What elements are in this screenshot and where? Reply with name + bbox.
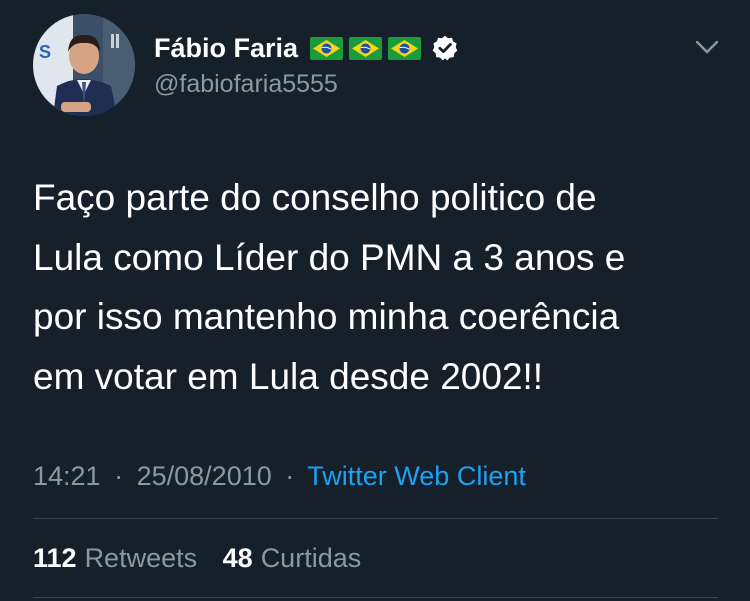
flag-emoji-group bbox=[310, 36, 427, 60]
tweet-text-line: Faço parte do conselho politico de bbox=[33, 177, 597, 218]
author-handle[interactable]: @fabiofaria5555 bbox=[154, 68, 338, 100]
profile-photo: S bbox=[33, 14, 135, 116]
divider bbox=[33, 597, 718, 598]
brazil-flag-icon bbox=[349, 36, 383, 60]
brazil-flag-icon bbox=[310, 36, 344, 60]
retweets-count: 112 bbox=[33, 543, 77, 573]
tweet-text-line: por isso mantenho minha coerência bbox=[33, 296, 620, 337]
author-name-row: Fábio Faria bbox=[154, 30, 459, 66]
tweet-source-link[interactable]: Twitter Web Client bbox=[307, 461, 526, 491]
tweet-text-line: em votar em Lula desde 2002!! bbox=[33, 355, 544, 397]
tweet-stats: 112 Retweets 48 Curtidas bbox=[33, 540, 361, 576]
retweets-stat[interactable]: 112 Retweets bbox=[33, 540, 197, 576]
tweet-text: Faço parte do conselho politico de Lula … bbox=[33, 168, 713, 406]
meta-separator: · bbox=[114, 461, 124, 491]
display-name[interactable]: Fábio Faria bbox=[154, 30, 298, 66]
likes-stat[interactable]: 48 Curtidas bbox=[223, 540, 362, 576]
svg-text:S: S bbox=[39, 42, 51, 62]
meta-separator: · bbox=[285, 461, 295, 491]
likes-count: 48 bbox=[222, 543, 253, 573]
tweet-time[interactable]: 14:21 bbox=[33, 461, 101, 491]
verified-badge-icon bbox=[432, 35, 458, 61]
divider bbox=[33, 518, 718, 519]
tweet-date[interactable]: 25/08/2010 bbox=[137, 461, 272, 491]
tweet-meta: 14:21 · 25/08/2010 · Twitter Web Client bbox=[33, 458, 526, 494]
brazil-flag-icon bbox=[388, 36, 422, 60]
likes-label: Curtidas bbox=[260, 543, 362, 573]
avatar[interactable]: S bbox=[33, 14, 135, 116]
retweets-label: Retweets bbox=[84, 543, 198, 573]
tweet-text-line: Lula como Líder do PMN a 3 anos e bbox=[33, 236, 626, 278]
chevron-down-icon[interactable] bbox=[694, 34, 720, 60]
